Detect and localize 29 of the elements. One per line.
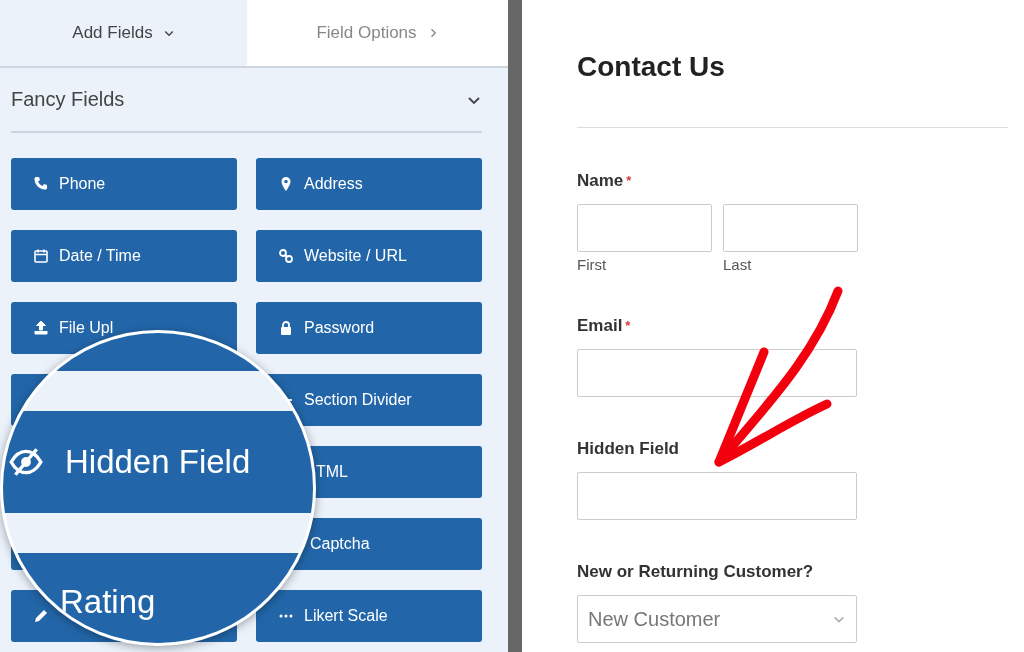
input-field[interactable] [577, 349, 857, 397]
upload-icon [33, 320, 49, 336]
panel-splitter[interactable] [508, 0, 522, 652]
phone-icon [33, 176, 49, 192]
input-field[interactable] [723, 204, 858, 252]
input-field[interactable] [577, 204, 712, 252]
field-label: Email * [577, 316, 632, 336]
field-button[interactable]: Phone [11, 158, 237, 210]
form-title: Contact Us [577, 50, 726, 84]
input-field[interactable] [577, 472, 857, 520]
select-field[interactable]: New Customer [577, 595, 857, 643]
pencil-icon [33, 608, 49, 624]
field-button[interactable]: Date / Time [11, 230, 237, 282]
field-button[interactable]: Website / URL [256, 230, 482, 282]
field-label: Hidden Field [577, 439, 680, 459]
lock-icon [278, 320, 294, 336]
field-label: Name * [577, 171, 633, 191]
eye-slash-icon [9, 445, 43, 479]
tab[interactable]: Field Options [247, 0, 508, 66]
field-button[interactable]: Hidden Field [3, 411, 313, 513]
sublabel: First [577, 256, 608, 274]
calendar-icon [33, 248, 49, 264]
field-button[interactable]: Address [256, 158, 482, 210]
sublabel: Last [723, 256, 753, 274]
section-title: Fancy Fields [11, 88, 125, 111]
link-icon [278, 248, 294, 264]
field-button[interactable]: Likert Scale [256, 590, 482, 642]
field-button[interactable]: Password [256, 302, 482, 354]
field-label: New or Returning Customer? [577, 562, 815, 582]
